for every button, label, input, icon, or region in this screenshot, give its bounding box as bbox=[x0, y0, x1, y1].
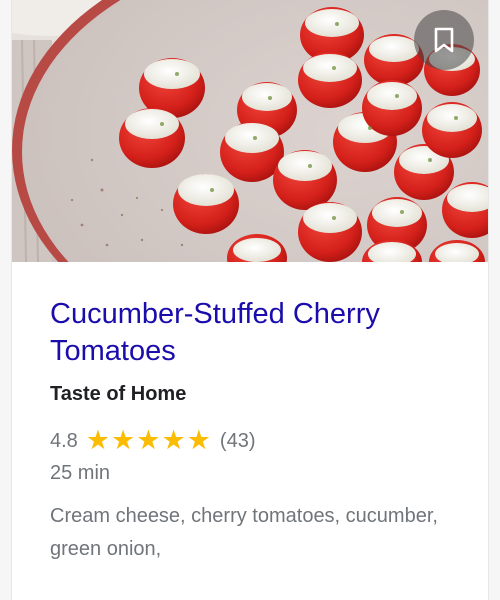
bookmark-icon bbox=[434, 27, 454, 53]
recipe-title-link[interactable]: Cucumber-Stuffed Cherry Tomatoes bbox=[50, 296, 450, 370]
recipe-source: Taste of Home bbox=[50, 383, 187, 405]
star-icon: ★ bbox=[85, 425, 111, 456]
recipe-photo[interactable] bbox=[12, 0, 488, 262]
cook-time: 25 min bbox=[50, 462, 111, 484]
rating-value: 4.8 bbox=[50, 430, 78, 452]
ingredients-list: Cream cheese, cherry tomatoes, cucumber,… bbox=[50, 505, 438, 560]
rating-row: 4.8 ★ ★ ★ ★ ★ (43) bbox=[50, 426, 488, 456]
bookmark-button[interactable] bbox=[414, 10, 474, 70]
review-count: (43) bbox=[219, 430, 256, 452]
star-icon: ★ bbox=[136, 425, 161, 456]
recipe-info: Cucumber-Stuffed Cherry Tomatoes Taste o… bbox=[12, 262, 488, 566]
star-icon: ★ bbox=[161, 425, 186, 456]
star-icon: ★ bbox=[186, 425, 211, 456]
recipe-card[interactable]: Cucumber-Stuffed Cherry Tomatoes Taste o… bbox=[12, 0, 488, 600]
star-rating: ★ ★ ★ ★ ★ bbox=[86, 426, 212, 456]
page: Cucumber-Stuffed Cherry Tomatoes Taste o… bbox=[0, 0, 500, 600]
star-icon: ★ bbox=[111, 425, 136, 456]
